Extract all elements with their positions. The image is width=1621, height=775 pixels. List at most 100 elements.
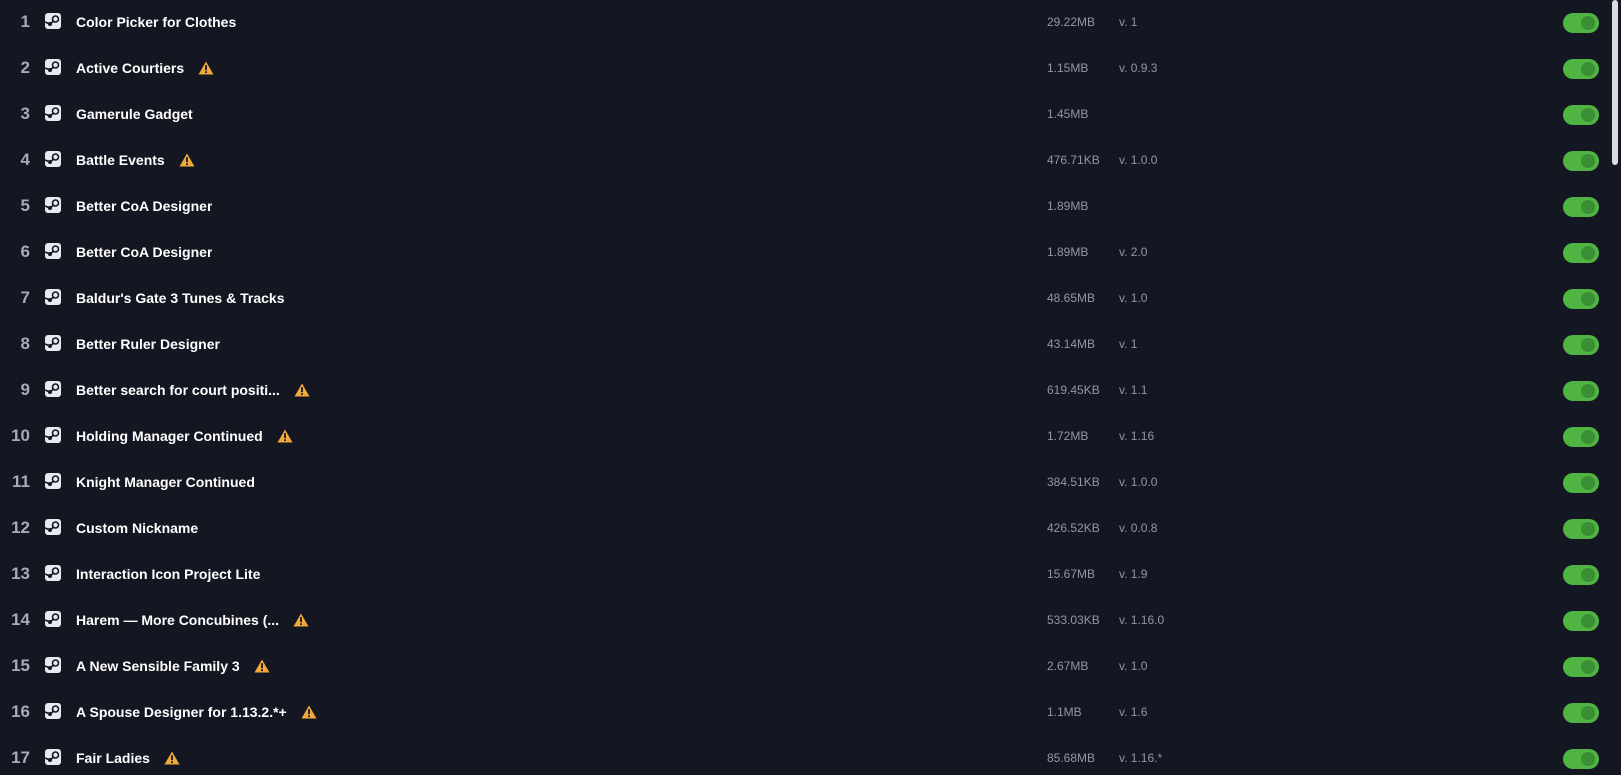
toggle-knob <box>1581 292 1595 306</box>
mod-index: 1 <box>20 12 30 31</box>
mod-row[interactable]: 3 Gamerule Gadget 1.45MB <box>0 91 1600 137</box>
mod-enabled-toggle[interactable] <box>1563 13 1599 33</box>
mod-index: 15 <box>11 656 30 675</box>
mod-enabled-toggle[interactable] <box>1563 197 1599 217</box>
mod-name-wrap: Knight Manager Continued <box>76 459 255 505</box>
mod-list: 1 Color Picker for Clothes 29.22MB v. 1 … <box>0 0 1600 775</box>
mod-name: Better Ruler Designer <box>76 336 220 352</box>
mod-index: 8 <box>20 334 30 353</box>
mod-version: v. 1.6 <box>1119 705 1148 719</box>
mod-name-wrap: Fair Ladies <box>76 735 180 775</box>
mod-index: 17 <box>11 748 30 767</box>
mod-row[interactable]: 10 Holding Manager Continued 1.72MB v. 1… <box>0 413 1600 459</box>
mod-name: Better search for court positi... <box>76 382 280 398</box>
mod-enabled-toggle[interactable] <box>1563 657 1599 677</box>
toggle-knob <box>1581 384 1595 398</box>
mod-name-wrap: Harem — More Concubines (... <box>76 597 309 643</box>
mod-enabled-toggle[interactable] <box>1563 519 1599 539</box>
steam-icon <box>45 657 61 673</box>
mod-enabled-toggle[interactable] <box>1563 427 1599 447</box>
mod-row[interactable]: 8 Better Ruler Designer 43.14MB v. 1 <box>0 321 1600 367</box>
mod-size: 1.89MB <box>1047 245 1089 259</box>
mod-name: Interaction Icon Project Lite <box>76 566 261 582</box>
mod-enabled-toggle[interactable] <box>1563 611 1599 631</box>
toggle-knob <box>1581 568 1595 582</box>
mod-size: 29.22MB <box>1047 15 1096 29</box>
toggle-knob <box>1581 200 1595 214</box>
warning-icon <box>164 751 180 765</box>
toggle-knob <box>1581 246 1595 260</box>
mod-index: 11 <box>12 472 30 491</box>
mod-enabled-toggle[interactable] <box>1563 243 1599 263</box>
mod-row[interactable]: 12 Custom Nickname 426.52KB v. 0.0.8 <box>0 505 1600 551</box>
steam-icon <box>45 59 61 75</box>
mod-row[interactable]: 15 A New Sensible Family 3 2.67MB v. 1.0 <box>0 643 1600 689</box>
mod-enabled-toggle[interactable] <box>1563 381 1599 401</box>
steam-icon <box>45 13 61 29</box>
mod-name-wrap: Better CoA Designer <box>76 229 212 275</box>
mod-name-wrap: Baldur's Gate 3 Tunes & Tracks <box>76 275 284 321</box>
mod-name: Gamerule Gadget <box>76 106 193 122</box>
mod-name: Harem — More Concubines (... <box>76 612 280 628</box>
steam-icon <box>45 519 61 535</box>
mod-name: Active Courtiers <box>76 60 185 76</box>
mod-name: Custom Nickname <box>76 520 199 536</box>
mod-enabled-toggle[interactable] <box>1563 59 1599 79</box>
mod-row[interactable]: 6 Better CoA Designer 1.89MB v. 2.0 <box>0 229 1600 275</box>
mod-row[interactable]: 2 Active Courtiers 1.15MB v. 0.9.3 <box>0 45 1600 91</box>
mod-row[interactable]: 13 Interaction Icon Project Lite 15.67MB… <box>0 551 1600 597</box>
mod-size: 1.1MB <box>1047 705 1082 719</box>
mod-size: 1.45MB <box>1047 107 1089 121</box>
mod-name-wrap: Interaction Icon Project Lite <box>76 551 260 597</box>
toggle-knob <box>1581 16 1595 30</box>
mod-enabled-toggle[interactable] <box>1563 473 1599 493</box>
mod-enabled-toggle[interactable] <box>1563 151 1599 171</box>
mod-row[interactable]: 5 Better CoA Designer 1.89MB <box>0 183 1600 229</box>
mod-name: A New Sensible Family 3 <box>76 658 240 674</box>
mod-version: v. 1.0.0 <box>1119 153 1158 167</box>
toggle-knob <box>1581 430 1595 444</box>
mod-size: 2.67MB <box>1047 659 1089 673</box>
toggle-knob <box>1581 476 1595 490</box>
warning-icon <box>179 153 195 167</box>
warning-icon <box>293 613 309 627</box>
mod-name-wrap: Holding Manager Continued <box>76 413 293 459</box>
mod-index: 5 <box>20 196 30 215</box>
mod-version: v. 1.16.0 <box>1119 613 1165 627</box>
mod-enabled-toggle[interactable] <box>1563 335 1599 355</box>
toggle-knob <box>1581 154 1595 168</box>
mod-size: 15.67MB <box>1047 567 1096 581</box>
mod-row[interactable]: 17 Fair Ladies 85.68MB v. 1.16.* <box>0 735 1600 775</box>
mod-version: v. 1.0 <box>1119 659 1148 673</box>
mod-row[interactable]: 14 Harem — More Concubines (... 533.03KB… <box>0 597 1600 643</box>
mod-index: 2 <box>20 58 30 77</box>
mod-row[interactable]: 1 Color Picker for Clothes 29.22MB v. 1 <box>0 0 1600 45</box>
toggle-knob <box>1581 752 1595 766</box>
mod-name: Knight Manager Continued <box>76 474 255 490</box>
mod-size: 476.71KB <box>1047 153 1100 167</box>
mod-enabled-toggle[interactable] <box>1563 565 1599 585</box>
scrollbar-thumb[interactable] <box>1612 0 1618 165</box>
mod-name: Color Picker for Clothes <box>76 14 237 30</box>
mod-name-wrap: Better Ruler Designer <box>76 321 220 367</box>
mod-row[interactable]: 4 Battle Events 476.71KB v. 1.0.0 <box>0 137 1600 183</box>
mod-name: Better CoA Designer <box>76 244 213 260</box>
mod-version: v. 1 <box>1119 15 1138 29</box>
mod-row[interactable]: 11 Knight Manager Continued 384.51KB v. … <box>0 459 1600 505</box>
steam-icon <box>45 565 61 581</box>
warning-icon <box>294 383 310 397</box>
mod-enabled-toggle[interactable] <box>1563 289 1599 309</box>
mod-row[interactable]: 16 A Spouse Designer for 1.13.2.*+ 1.1MB… <box>0 689 1600 735</box>
mod-row[interactable]: 9 Better search for court positi... 619.… <box>0 367 1600 413</box>
mod-name: Baldur's Gate 3 Tunes & Tracks <box>76 290 285 306</box>
mod-enabled-toggle[interactable] <box>1563 749 1599 769</box>
mod-size: 1.89MB <box>1047 199 1089 213</box>
mod-enabled-toggle[interactable] <box>1563 105 1599 125</box>
mod-name: Better CoA Designer <box>76 198 213 214</box>
mod-version: v. 0.9.3 <box>1119 61 1158 75</box>
scrollbar[interactable] <box>1609 0 1621 775</box>
mod-size: 85.68MB <box>1047 751 1096 765</box>
mod-enabled-toggle[interactable] <box>1563 703 1599 723</box>
mod-size: 1.72MB <box>1047 429 1089 443</box>
mod-row[interactable]: 7 Baldur's Gate 3 Tunes & Tracks 48.65MB… <box>0 275 1600 321</box>
